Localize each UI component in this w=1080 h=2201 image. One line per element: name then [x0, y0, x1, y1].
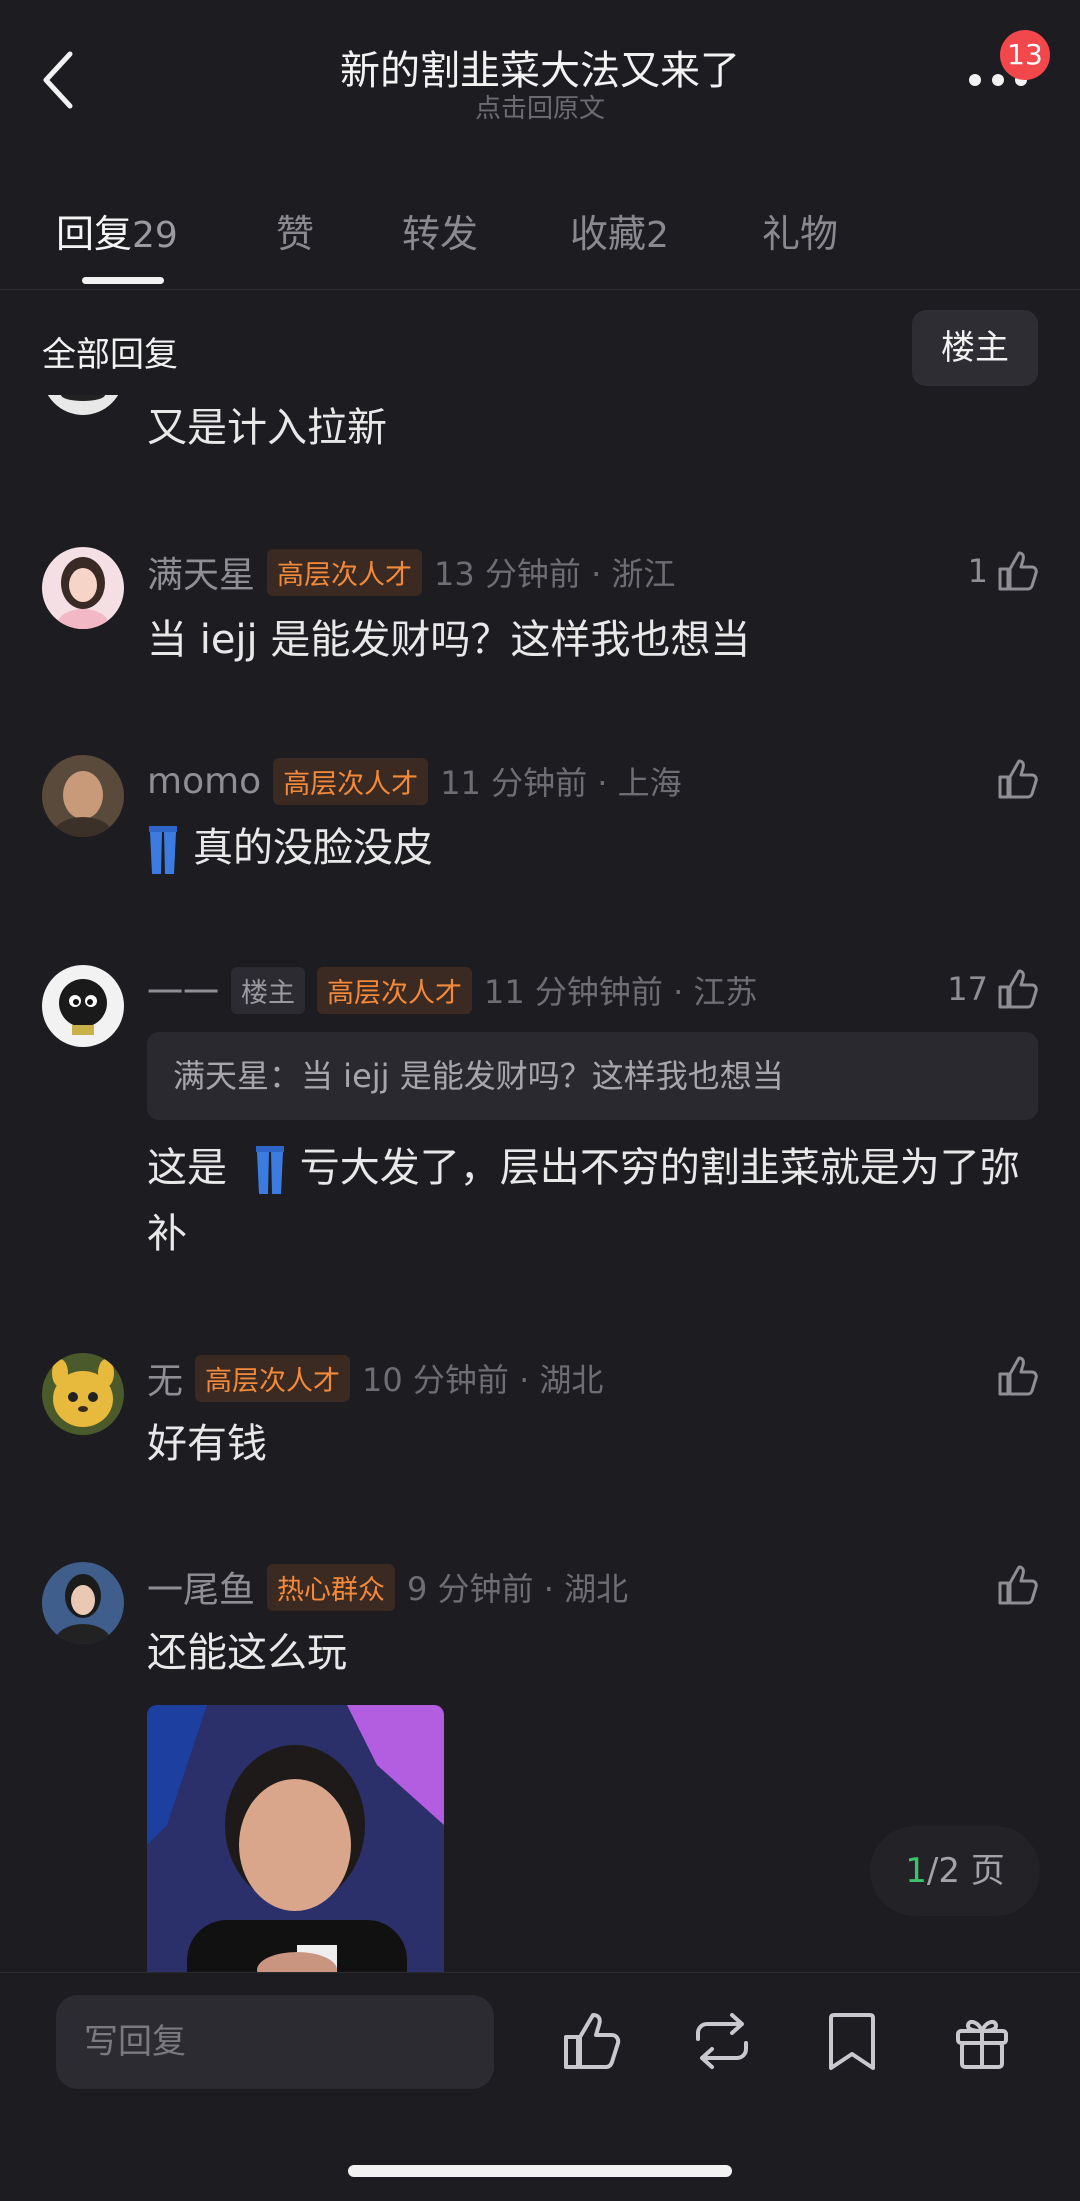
- comment-header: 一尾鱼 热心群众 9 分钟前 · 湖北: [147, 1562, 628, 1612]
- tab-favorites[interactable]: 收藏2: [570, 203, 669, 258]
- bookmark-icon[interactable]: [820, 2009, 884, 2073]
- like-icon[interactable]: [560, 2009, 624, 2073]
- tab-label: 转发: [402, 212, 479, 256]
- jeans-emoji-icon: [255, 1146, 284, 1194]
- current-page: 1: [905, 1851, 927, 1891]
- comment-header: momo 高层次人才 11 分钟前 · 上海: [147, 756, 682, 806]
- avatar[interactable]: [42, 1353, 124, 1435]
- page-total: /2 页: [926, 1851, 1005, 1891]
- comment-text-row: 真的没脸没皮: [147, 815, 1042, 881]
- tab-replies[interactable]: 回复29: [56, 203, 178, 258]
- top-nav-bar: 新的割韭菜大法又来了 点击回原文 13: [0, 0, 1080, 170]
- comment-header: 无 高层次人才 10 分钟前 · 湖北: [147, 1353, 603, 1403]
- user-badge: 热心群众: [267, 1563, 396, 1611]
- thumbs-up-icon: [998, 759, 1038, 799]
- avatar[interactable]: [42, 755, 124, 837]
- comment-text-row: 这是 亏大发了，层出不穷的割韭菜就是为了弥补: [147, 1135, 1042, 1267]
- page-indicator[interactable]: 1/2 页: [870, 1826, 1040, 1916]
- tab-label: 回复: [56, 212, 133, 256]
- tab-bar: 回复29 赞 转发 收藏2 礼物: [0, 195, 1080, 290]
- tab-label: 礼物: [762, 212, 839, 256]
- tab-label: 收藏: [570, 212, 647, 256]
- quoted-reply[interactable]: 满天星：当 iejj 是能发财吗？这样我也想当: [147, 1032, 1038, 1120]
- user-badge: 高层次人才: [195, 1354, 351, 1402]
- like-count: 17: [947, 970, 988, 1008]
- owner-filter-button[interactable]: 楼主: [912, 310, 1038, 386]
- comment-text: 真的没脸没皮: [193, 825, 433, 871]
- username[interactable]: 无: [147, 1352, 183, 1404]
- tab-reposts[interactable]: 转发: [402, 203, 478, 258]
- bottom-action-bar: [0, 1972, 1080, 2201]
- reply-input[interactable]: [56, 1995, 494, 2089]
- active-tab-indicator: [82, 277, 164, 284]
- like-button[interactable]: [996, 753, 1040, 805]
- tab-count: 2: [646, 215, 669, 256]
- tab-gifts[interactable]: 礼物: [762, 203, 838, 258]
- home-indicator[interactable]: [348, 2165, 732, 2177]
- jeans-emoji-icon: [149, 826, 177, 874]
- comment-text: 当 iejj 是能发财吗？这样我也想当: [147, 617, 751, 663]
- comment-meta: 10 分钟前 · 湖北: [362, 1361, 604, 1399]
- tab-label: 赞: [276, 212, 315, 256]
- comment-meta: 13 分钟前 · 浙江: [434, 555, 676, 593]
- like-button[interactable]: [996, 1350, 1040, 1402]
- comment-text: 还能这么玩: [147, 1630, 347, 1676]
- user-badge: 高层次人才: [267, 548, 423, 596]
- comment-meta: 9 分钟前 · 湖北: [407, 1570, 629, 1608]
- username[interactable]: 一一: [147, 964, 219, 1016]
- comment-text-before: 这是: [147, 1145, 227, 1191]
- all-replies-label: 全部回复: [42, 335, 178, 375]
- avatar[interactable]: [42, 395, 124, 415]
- tab-count: 29: [132, 215, 178, 256]
- comment-list: 又是计入拉新 满天星 高层次人才 13 分钟前 · 浙江 1 当 iejj 是能…: [0, 395, 1080, 1975]
- comment-header: 满天星 高层次人才 13 分钟前 · 浙江: [147, 547, 675, 597]
- tab-likes[interactable]: 赞: [276, 203, 314, 258]
- gift-icon[interactable]: [950, 2009, 1014, 2073]
- user-badge: 高层次人才: [317, 966, 473, 1014]
- thumbs-up-icon: [998, 969, 1038, 1009]
- user-badge: 高层次人才: [273, 757, 429, 805]
- avatar[interactable]: [42, 1562, 124, 1644]
- comment-text: 又是计入拉新: [147, 405, 387, 451]
- avatar[interactable]: [42, 547, 124, 629]
- like-count: 1: [967, 552, 988, 590]
- avatar[interactable]: [42, 965, 124, 1047]
- username[interactable]: momo: [147, 761, 261, 802]
- owner-badge: 楼主: [231, 966, 306, 1014]
- like-button[interactable]: [996, 1559, 1040, 1611]
- thumbs-up-icon: [998, 551, 1038, 591]
- comment-meta: 11 分钟钟前 · 江苏: [484, 973, 758, 1011]
- username[interactable]: 一尾鱼: [147, 1561, 255, 1613]
- notification-badge: 13: [1000, 30, 1050, 80]
- comment-image[interactable]: [147, 1705, 444, 1975]
- comment-text: 好有钱: [147, 1421, 267, 1467]
- thumbs-up-icon: [998, 1356, 1038, 1396]
- like-button[interactable]: 17: [947, 963, 1040, 1015]
- back-to-original-link[interactable]: 点击回原文: [0, 88, 1080, 125]
- thumbs-up-icon: [998, 1565, 1038, 1605]
- repost-icon[interactable]: [690, 2009, 754, 2073]
- comment-header: 一一 楼主 高层次人才 11 分钟钟前 · 江苏: [147, 965, 757, 1015]
- comment-meta: 11 分钟前 · 上海: [440, 764, 682, 802]
- like-button[interactable]: 1: [968, 545, 1040, 597]
- username[interactable]: 满天星: [147, 546, 255, 598]
